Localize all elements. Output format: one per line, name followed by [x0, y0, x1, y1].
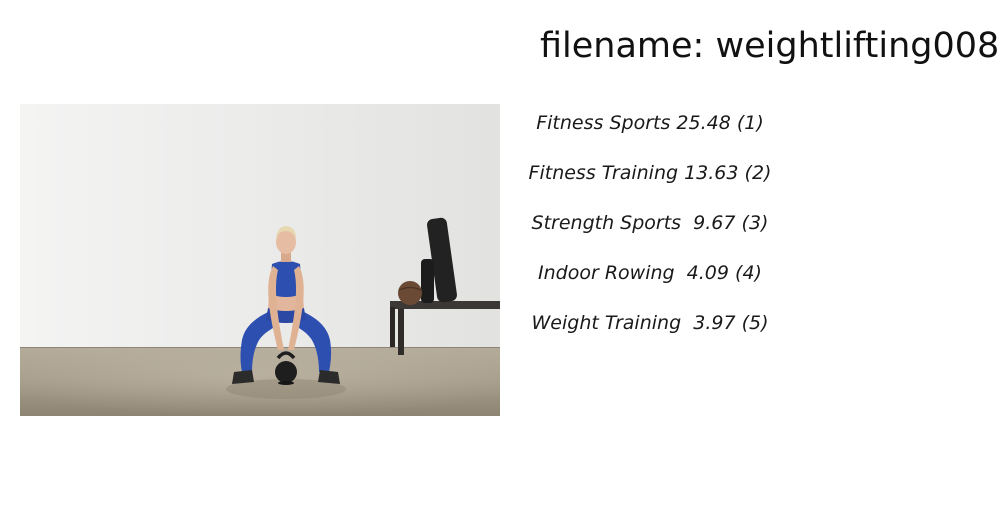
prediction-rank: (1) [736, 112, 764, 134]
prediction-score: 13.63 [684, 162, 739, 184]
prediction-label: Fitness Sports [536, 112, 671, 134]
prediction-label: Fitness Training [528, 162, 679, 184]
prediction-item: Fitness Training 13.63 (2) [529, 148, 772, 198]
prediction-item: Fitness Sports 25.48 (1) [534, 98, 766, 148]
prediction-score: 9.67 [687, 212, 736, 234]
prediction-score: 4.09 [680, 262, 729, 284]
prediction-rank: (4) [735, 262, 762, 284]
prediction-rank: (2) [744, 162, 772, 184]
photo [20, 104, 500, 416]
prediction-score: 3.97 [687, 312, 736, 334]
prediction-rank: (3) [741, 212, 769, 234]
prediction-score: 25.48 [676, 112, 731, 134]
prediction-item: Weight Training 3.97 (5) [531, 298, 769, 348]
prediction-item: Indoor Rowing 4.09 (4) [534, 248, 766, 298]
prediction-list: Fitness Sports 25.48 (1) Fitness Trainin… [529, 98, 772, 348]
filename-heading: filename: weightlifting0086.jpg [540, 26, 1000, 66]
photo-illustration [20, 104, 500, 416]
medicine-ball [398, 281, 422, 305]
prediction-rank: (5) [741, 312, 769, 334]
prediction-item: Strength Sports 9.67 (3) [531, 198, 769, 248]
prediction-label: Indoor Rowing [538, 262, 675, 284]
prediction-label: Weight Training [531, 312, 682, 334]
prediction-label: Strength Sports [531, 212, 682, 234]
